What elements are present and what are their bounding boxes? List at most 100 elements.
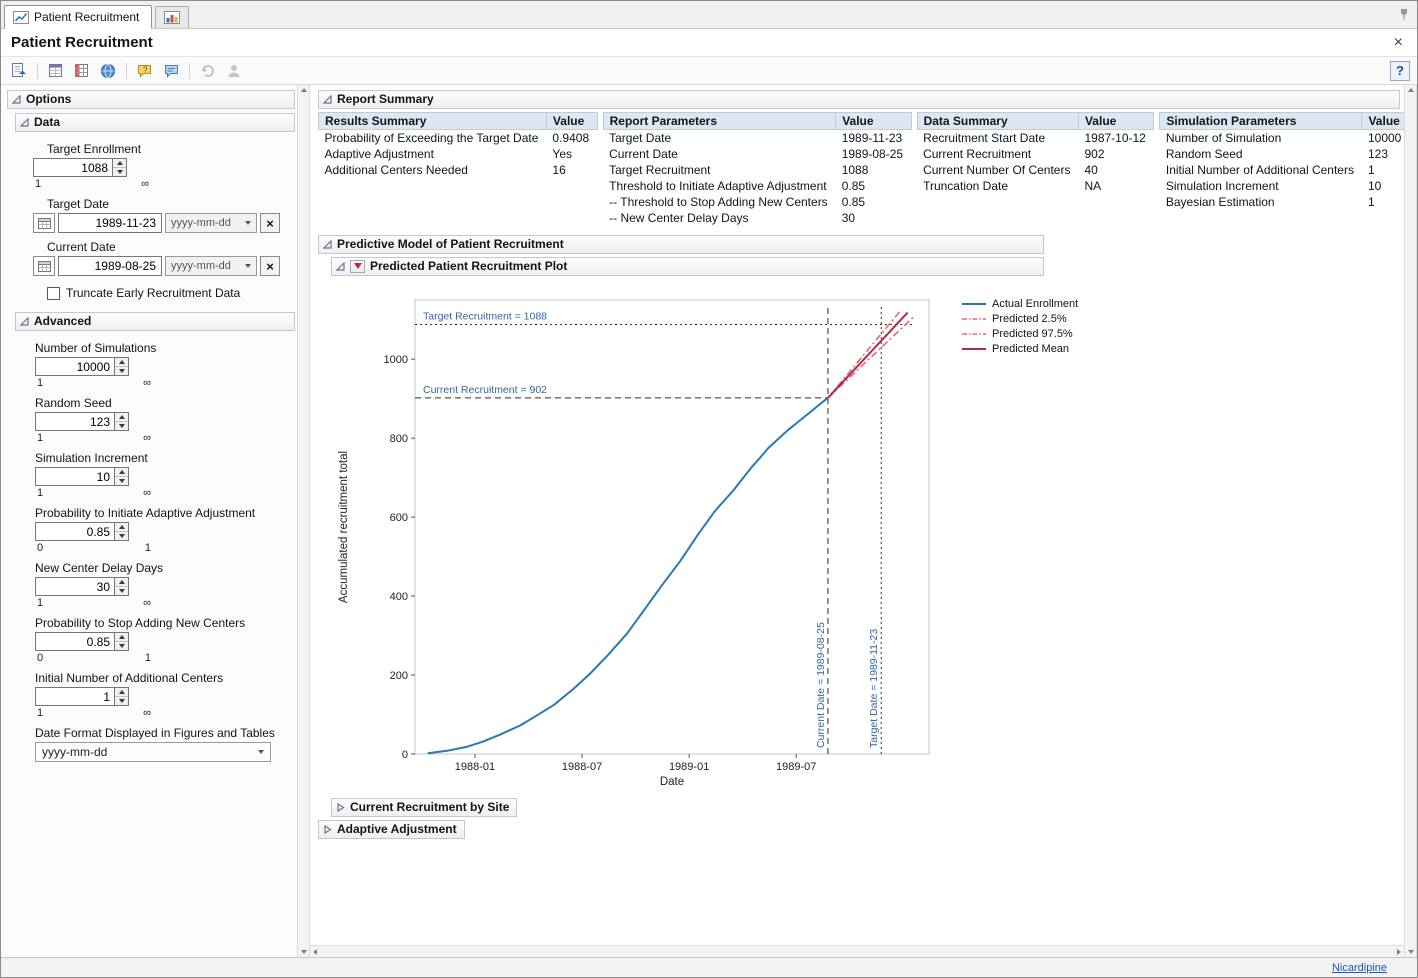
data-section-header[interactable]: Data [15, 113, 295, 132]
calendar-icon [38, 260, 51, 272]
spinner-up-button[interactable] [115, 523, 128, 531]
simulations-input[interactable] [35, 357, 115, 376]
column-header: Value [546, 113, 597, 130]
target-date-format-select[interactable]: yyyy-mm-dd [165, 213, 257, 233]
current-date-format-select[interactable]: yyyy-mm-dd [165, 256, 257, 276]
close-icon[interactable]: × [1390, 35, 1407, 51]
report-area: Report Summary Results Summary Value Pro… [310, 85, 1404, 945]
data-table-icon[interactable] [71, 60, 93, 82]
site-section-header[interactable]: Current Recruitment by Site [331, 798, 517, 817]
journal-icon[interactable] [45, 60, 67, 82]
spinner [115, 357, 129, 376]
y-axis-label: Accumulated recruitment total [338, 451, 350, 603]
comment-icon[interactable]: ? [134, 60, 156, 82]
disclosure-open-icon[interactable] [336, 262, 345, 271]
options-header[interactable]: Options [7, 90, 295, 109]
toolbar-separator [189, 63, 190, 79]
spinner-down-button[interactable] [115, 641, 128, 650]
predictive-model-header[interactable]: Predictive Model of Patient Recruitment [318, 235, 1044, 254]
spinner-down-button[interactable] [115, 696, 128, 705]
nicardipine-link[interactable]: Nicardipine [1332, 962, 1387, 974]
disclosure-open-icon[interactable] [323, 95, 332, 104]
disclosure-open-icon[interactable] [20, 317, 29, 326]
legend-line-sample [961, 345, 987, 353]
disclosure-open-icon[interactable] [20, 118, 29, 127]
simulation-parameters-table: Simulation Parameters Value Number of Si… [1159, 112, 1404, 210]
spinner-down-button[interactable] [115, 366, 128, 375]
report-summary-header[interactable]: Report Summary [318, 90, 1400, 109]
range-labels: 1∞ [35, 432, 153, 444]
globe-icon[interactable] [97, 60, 119, 82]
prob-stop-input[interactable] [35, 632, 115, 651]
red-triangle-menu[interactable] [350, 260, 365, 273]
spinner-down-button[interactable] [113, 167, 126, 176]
target-date-input[interactable] [58, 213, 162, 233]
plot-outline-header[interactable]: Predicted Patient Recruitment Plot [331, 257, 1044, 276]
spinner-down-button[interactable] [115, 586, 128, 595]
spinner-down-button[interactable] [115, 531, 128, 540]
spinner-down-button[interactable] [115, 476, 128, 485]
table-row: Target Date1989-11-23 [603, 130, 911, 147]
main-h-scrollbar[interactable] [310, 945, 1404, 957]
tab-bar: Patient Recruitment [1, 1, 1417, 29]
target-enrollment-input[interactable] [33, 158, 113, 177]
disclosure-closed-icon[interactable] [336, 803, 345, 812]
feedback-icon[interactable] [160, 60, 182, 82]
user-icon[interactable] [223, 60, 245, 82]
spinner-up-button[interactable] [115, 358, 128, 366]
options-title: Options [26, 92, 71, 106]
table-row: -- New Center Delay Days30 [603, 210, 911, 226]
disclosure-open-icon[interactable] [323, 240, 332, 249]
new-center-delay-input[interactable] [35, 577, 115, 596]
help-button[interactable]: ? [1390, 61, 1410, 81]
toolbar: ? ? [1, 57, 1417, 85]
options-scrollbar[interactable] [297, 85, 310, 957]
svg-text:1000: 1000 [384, 354, 408, 366]
range-labels: 01 [35, 652, 153, 664]
tab-label: Patient Recruitment [34, 10, 139, 24]
toolbar-separator [37, 63, 38, 79]
prob-initiate-input[interactable] [35, 522, 115, 541]
simulation-increment-input[interactable] [35, 467, 115, 486]
disclosure-closed-icon[interactable] [323, 825, 332, 834]
initial-centers-input[interactable] [35, 687, 115, 706]
spinner-up-button[interactable] [115, 688, 128, 696]
spinner [115, 467, 129, 486]
x-axis-label: Date [660, 776, 684, 788]
status-bar: Nicardipine [1, 957, 1417, 977]
pin-icon[interactable] [1399, 8, 1409, 23]
column-header: Value [1078, 113, 1153, 130]
refresh-icon[interactable] [197, 60, 219, 82]
truncate-checkbox[interactable] [47, 287, 60, 300]
spinner-down-button[interactable] [115, 421, 128, 430]
column-header: Value [836, 113, 911, 130]
table-row: Initial Number of Additional Centers1 [1160, 162, 1404, 178]
options-panel: Options Data Target Enrollment [1, 85, 297, 957]
svg-text:0: 0 [402, 749, 408, 761]
current-date-clear-button[interactable]: × [260, 256, 280, 276]
random-seed-input[interactable] [35, 412, 115, 431]
tab-secondary[interactable] [155, 6, 189, 28]
calendar-button[interactable] [33, 256, 55, 276]
date-format-select[interactable]: yyyy-mm-dd [35, 742, 271, 762]
spinner-up-button[interactable] [115, 413, 128, 421]
calendar-button[interactable] [33, 213, 55, 233]
simulation-increment-label: Simulation Increment [35, 451, 295, 465]
prob-stop-label: Probability to Stop Adding New Centers [35, 616, 295, 630]
current-date-input[interactable] [58, 256, 162, 276]
report-icon[interactable] [8, 60, 30, 82]
current-date-annotation: Current Date = 1989-08-25 [815, 622, 827, 748]
spinner-up-button[interactable] [115, 578, 128, 586]
adaptive-section-header[interactable]: Adaptive Adjustment [318, 820, 465, 839]
disclosure-open-icon[interactable] [12, 95, 21, 104]
new-center-delay-label: New Center Delay Days [35, 561, 295, 575]
svg-text:1988-07: 1988-07 [562, 761, 602, 773]
spinner-up-button[interactable] [113, 159, 126, 167]
spinner-up-button[interactable] [115, 633, 128, 641]
target-date-clear-button[interactable]: × [260, 213, 280, 233]
advanced-section-header[interactable]: Advanced [15, 312, 295, 331]
tab-patient-recruitment[interactable]: Patient Recruitment [4, 5, 152, 29]
main-scrollbar[interactable] [1404, 85, 1417, 957]
spinner-up-button[interactable] [115, 468, 128, 476]
chevron-down-icon [245, 264, 251, 268]
